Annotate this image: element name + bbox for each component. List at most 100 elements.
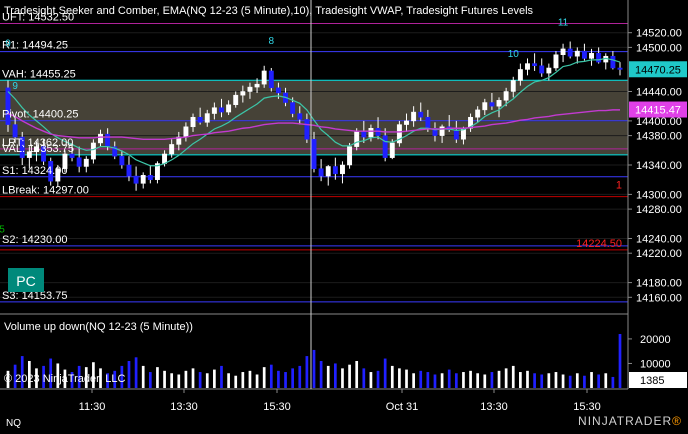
volume-bar <box>341 368 344 388</box>
candle-body <box>12 124 18 138</box>
volume-bar <box>241 372 245 388</box>
price-tick-label: 14380.00 <box>636 131 682 143</box>
volume-bar <box>376 370 380 388</box>
candle-body <box>219 107 224 113</box>
candle-body <box>581 50 587 59</box>
count-label: 9 <box>5 38 11 49</box>
volume-bar <box>618 334 622 388</box>
candle-body <box>126 164 132 177</box>
candle-body <box>546 67 552 74</box>
volume-bar <box>597 374 601 388</box>
candle-body <box>140 175 146 184</box>
price-tick-label: 14160.00 <box>636 292 682 304</box>
last-price-label: 14470.25 <box>635 64 681 76</box>
candle-body <box>76 157 82 167</box>
volume-bar <box>198 372 202 388</box>
candle-body <box>517 69 523 81</box>
volume-bar <box>419 370 423 388</box>
volume-bar <box>583 375 586 388</box>
volume-bar <box>177 374 181 388</box>
volume-bar <box>568 375 572 388</box>
volume-bar <box>284 372 287 388</box>
volume-bar <box>248 370 252 388</box>
volume-bar <box>590 372 593 388</box>
volume-bar <box>127 361 131 388</box>
volume-bar <box>156 367 159 388</box>
volume-bar <box>412 373 415 388</box>
level-label: S2: 14230.00 <box>2 234 67 246</box>
candle-body <box>254 83 260 88</box>
candle-body <box>489 102 495 107</box>
level-label: R1: 14494.25 <box>2 40 68 52</box>
time-tick-label: 15:30 <box>573 401 601 413</box>
volume-bar <box>476 373 480 388</box>
volume-bar <box>604 373 608 388</box>
volume-bar <box>312 349 316 388</box>
candle-body <box>318 168 324 177</box>
ninjatrader-logo: NINJATRADER® <box>578 414 682 428</box>
volume-bar <box>554 372 558 388</box>
volume-bar <box>269 364 273 388</box>
logo-text: NINJATRADER <box>578 414 673 428</box>
volume-bar <box>511 365 515 388</box>
candle-body <box>197 116 203 123</box>
volume-bar <box>426 372 430 388</box>
volume-bar <box>205 373 209 388</box>
candle-body <box>482 102 488 111</box>
level-label: LBreak: 14297.00 <box>2 185 89 197</box>
volume-bar <box>170 373 174 388</box>
price-chart[interactable]: UFT: 14532.50R1: 14494.25VAH: 14455.25Pi… <box>0 0 688 434</box>
volume-bar <box>362 368 366 388</box>
candle-body <box>275 87 281 94</box>
volume-bar <box>533 373 536 388</box>
level-label: Pivot: 14400.25 <box>2 109 78 121</box>
candle-body <box>503 91 509 101</box>
volume-bar <box>433 374 437 388</box>
candle-body <box>368 128 374 138</box>
last-volume-label: 1385 <box>640 375 664 387</box>
candle-body <box>226 104 232 113</box>
volume-bar <box>141 365 145 388</box>
candle-body <box>147 175 153 180</box>
candle-body <box>389 142 395 158</box>
candle-body <box>233 94 239 105</box>
instrument-label: NQ <box>6 418 21 429</box>
count-label: 5 <box>0 224 5 235</box>
candle-body <box>610 55 616 69</box>
candle-body <box>496 100 502 107</box>
volume-bar <box>405 369 408 388</box>
candle-body <box>596 53 602 63</box>
candle-body <box>354 131 360 147</box>
candle-body <box>325 166 331 177</box>
volume-bar <box>383 358 387 388</box>
candle-body <box>268 70 274 89</box>
pc-button[interactable]: PC <box>8 268 44 292</box>
volume-bar <box>611 376 615 388</box>
red-marker: 1 <box>616 180 622 192</box>
candle-body <box>240 91 246 96</box>
volume-bar <box>483 374 487 388</box>
volume-bar <box>490 372 494 388</box>
candle-body <box>304 119 310 140</box>
candle-body <box>589 53 594 59</box>
volume-bar <box>547 373 551 388</box>
volume-bar <box>447 369 451 388</box>
candle-body <box>361 131 367 138</box>
candle-body <box>190 116 196 128</box>
candle-body <box>83 158 89 167</box>
volume-bar <box>519 372 522 388</box>
price-tick-label: 14500.00 <box>636 42 682 54</box>
candle-body <box>532 63 538 67</box>
candle-body <box>439 126 445 136</box>
candle-body <box>404 120 409 125</box>
price-tick-label: 14240.00 <box>636 234 682 246</box>
candle-body <box>247 86 253 92</box>
volume-bar <box>191 368 195 388</box>
indicator-header: Tradesight Seeker and Comber, EMA(NQ 12-… <box>4 5 534 17</box>
candle-body <box>98 133 103 144</box>
candle-body <box>90 142 96 160</box>
candle-body <box>525 63 530 70</box>
count-label: 11 <box>558 18 569 29</box>
volume-bar <box>454 373 458 388</box>
candle-body <box>311 139 317 169</box>
